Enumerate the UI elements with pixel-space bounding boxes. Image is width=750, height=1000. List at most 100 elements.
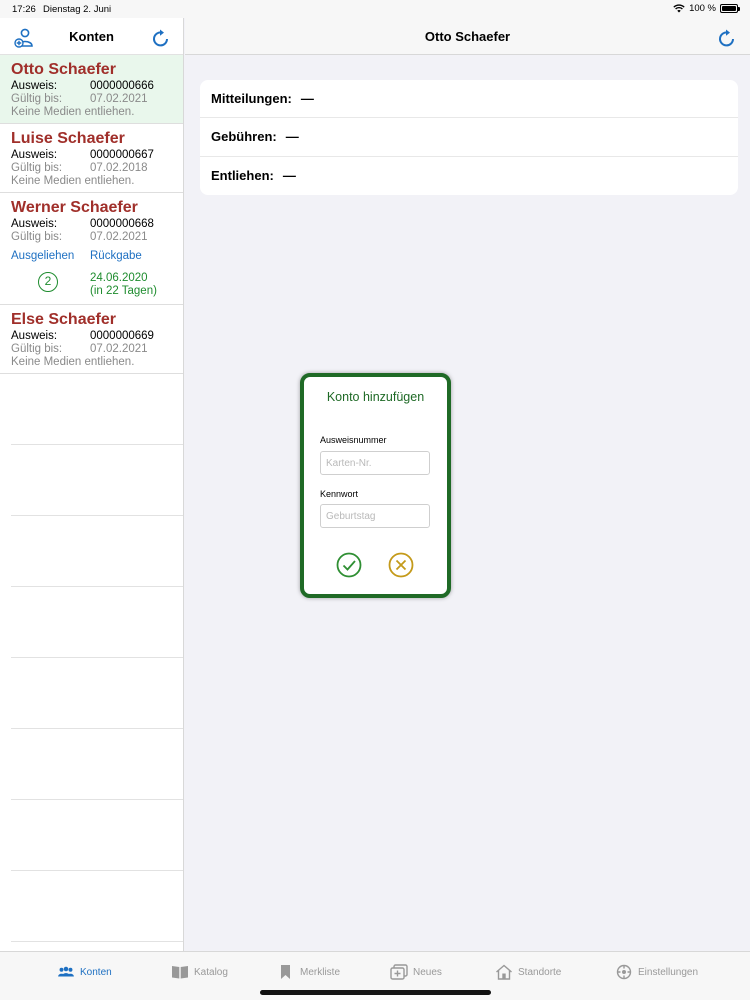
status-date: Dienstag 2. Juni	[43, 4, 112, 15]
account-valid-row: Gültig bis: 07.02.2021	[11, 231, 172, 244]
empty-list-row	[11, 587, 183, 658]
account-item-werner[interactable]: Werner Schaefer Ausweis: 0000000668 Gült…	[0, 193, 183, 305]
gear-icon	[616, 964, 632, 980]
borrowed-link[interactable]: Ausgeliehen	[11, 250, 74, 262]
refresh-icon[interactable]	[150, 27, 172, 49]
add-account-dialog: Konto hinzufügen Ausweisnummer Kennwort	[300, 373, 451, 598]
tab-label: Einstellungen	[638, 966, 699, 978]
id-value: 0000000667	[90, 149, 154, 161]
fees-row[interactable]: Gebühren: —	[200, 118, 738, 157]
empty-list-row	[11, 729, 183, 800]
tab-merkliste[interactable]: Merkliste	[277, 964, 340, 980]
tab-standorte[interactable]: Standorte	[495, 964, 561, 980]
tab-label: Standorte	[518, 966, 562, 978]
dialog-title: Konto hinzufügen	[326, 390, 425, 404]
loan-count-badge: 2	[38, 272, 58, 292]
account-valid-row: Gültig bis: 07.02.2018	[11, 162, 172, 175]
borrowed-row[interactable]: Entliehen: —	[200, 157, 738, 195]
valid-value: 07.02.2021	[90, 231, 148, 243]
bookmark-icon	[281, 965, 290, 979]
tab-einstellungen[interactable]: Einstellungen	[615, 964, 698, 980]
house-icon	[496, 964, 512, 980]
detail-header: Otto Schaefer	[185, 18, 750, 55]
account-name: Else Schaefer	[11, 311, 116, 328]
accounts-sidebar: Konten Otto Schaefer Ausweis: 0000000666…	[0, 18, 184, 951]
valid-value: 07.02.2021	[90, 93, 148, 105]
account-id-row: Ausweis: 0000000669	[11, 330, 172, 343]
due-days: (in 22 Tagen)	[90, 285, 157, 297]
tab-katalog[interactable]: Katalog	[171, 964, 228, 980]
borrowed-label: Entliehen:	[211, 168, 274, 184]
account-item-luise[interactable]: Luise Schaefer Ausweis: 0000000667 Gülti…	[0, 124, 183, 193]
account-note: Keine Medien entliehen.	[11, 106, 135, 118]
card-number-label: Ausweisnummer	[320, 435, 387, 445]
account-note: Keine Medien entliehen.	[11, 356, 135, 368]
account-valid-row: Gültig bis: 07.02.2021	[11, 343, 172, 356]
id-value: 0000000669	[90, 330, 154, 342]
account-id-row: Ausweis: 0000000666	[11, 80, 172, 93]
account-name: Werner Schaefer	[11, 199, 138, 216]
account-name: Otto Schaefer	[11, 61, 116, 78]
id-label: Ausweis:	[11, 330, 58, 342]
tab-label: Konten	[80, 966, 112, 978]
status-bar: 17:26 Dienstag 2. Juni 100 %	[0, 0, 750, 18]
password-input[interactable]	[320, 504, 430, 528]
empty-list-row	[11, 800, 183, 871]
empty-list-row	[11, 658, 183, 729]
sidebar-header: Konten	[0, 18, 183, 55]
return-link[interactable]: Rückgabe	[90, 250, 142, 262]
messages-label: Mitteilungen:	[211, 91, 292, 107]
tab-label: Merkliste	[300, 966, 341, 978]
account-summary-card: Mitteilungen: — Gebühren: — Entliehen: —	[200, 80, 738, 195]
battery-icon	[720, 4, 740, 13]
valid-label: Gültig bis:	[11, 93, 63, 105]
account-id-row: Ausweis: 0000000667	[11, 149, 172, 162]
empty-list-row	[11, 871, 183, 942]
empty-list-row	[11, 445, 183, 516]
valid-label: Gültig bis:	[11, 343, 63, 355]
tab-neues[interactable]: Neues	[390, 964, 442, 980]
password-label: Kennwort	[320, 489, 359, 499]
account-name: Luise Schaefer	[11, 130, 125, 147]
cancel-x-icon[interactable]	[388, 552, 414, 578]
id-value: 0000000666	[90, 80, 154, 92]
borrowed-value: —	[282, 168, 296, 184]
id-label: Ausweis:	[11, 218, 58, 230]
new-items-icon	[390, 964, 408, 980]
detail-title: Otto Schaefer	[424, 29, 511, 44]
book-icon	[172, 966, 188, 979]
card-number-input[interactable]	[320, 451, 430, 475]
account-note: Keine Medien entliehen.	[11, 175, 135, 187]
confirm-check-icon[interactable]	[336, 552, 362, 578]
id-value: 0000000668	[90, 218, 154, 230]
valid-value: 07.02.2018	[90, 162, 148, 174]
valid-value: 07.02.2021	[90, 343, 148, 355]
valid-label: Gültig bis:	[11, 162, 63, 174]
account-links: Ausgeliehen Rückgabe	[11, 250, 172, 270]
tab-konten[interactable]: Konten	[57, 964, 112, 980]
tab-label: Katalog	[194, 966, 228, 978]
people-icon	[58, 966, 74, 977]
id-label: Ausweis:	[11, 80, 58, 92]
messages-value: —	[300, 91, 314, 107]
messages-row[interactable]: Mitteilungen: —	[200, 80, 738, 119]
status-time: 17:26	[12, 4, 36, 15]
due-date: 24.06.2020	[90, 272, 148, 284]
fees-label: Gebühren:	[211, 129, 277, 145]
empty-list-row	[11, 374, 183, 445]
wifi-icon	[673, 4, 685, 13]
refresh-icon[interactable]	[716, 27, 738, 49]
status-right: 100 %	[673, 3, 740, 14]
account-item-otto[interactable]: Otto Schaefer Ausweis: 0000000666 Gültig…	[0, 55, 183, 124]
valid-label: Gültig bis:	[11, 231, 63, 243]
account-valid-row: Gültig bis: 07.02.2021	[11, 93, 172, 106]
id-label: Ausweis:	[11, 149, 58, 161]
home-indicator	[260, 990, 491, 995]
tab-label: Neues	[413, 966, 442, 978]
empty-list-row	[11, 516, 183, 587]
account-item-else[interactable]: Else Schaefer Ausweis: 0000000669 Gültig…	[0, 305, 183, 374]
loan-info: 2 24.06.2020 (in 22 Tagen)	[11, 270, 172, 300]
account-id-row: Ausweis: 0000000668	[11, 218, 172, 231]
fees-value: —	[285, 129, 299, 145]
battery-percent: 100 %	[689, 3, 716, 14]
